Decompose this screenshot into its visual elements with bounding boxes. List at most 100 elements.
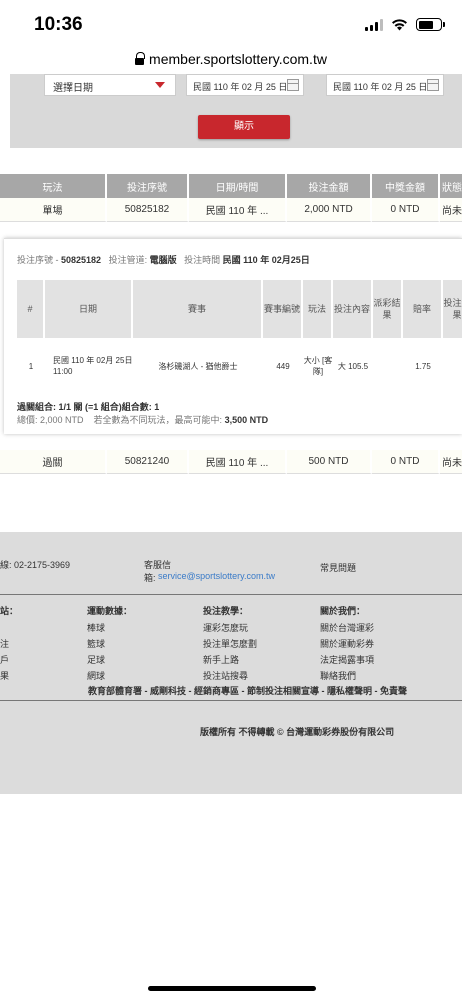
footer-col2-title: 運動數據： (87, 606, 133, 616)
footer-link[interactable]: 戶 (0, 653, 9, 666)
time-label: 投注時間 (184, 255, 221, 265)
column-header[interactable]: 投注序號 (107, 174, 189, 198)
footer-col3-title: 投注教學： (203, 606, 249, 616)
query-button[interactable]: 顯示 (198, 115, 290, 139)
footer-link[interactable]: 新手上路 (203, 653, 239, 666)
winnings-cell: 0 NTD (372, 450, 440, 474)
divider (0, 700, 462, 701)
cellular-signal-icon (365, 18, 383, 31)
bet-summary: 過關組合: 1/1 關 (=1 組合)組合數: 1 總價: 2,000 NTD … (17, 401, 268, 427)
serial-label: 投注序號 - (17, 255, 59, 265)
stake-cell: 500 NTD (287, 450, 372, 474)
table-row[interactable]: 過關 50821240 民國 110 年 ... 500 NTD 0 NTD 尚… (0, 450, 462, 474)
service-email-link[interactable]: service@sportslottery.com.tw (158, 571, 275, 581)
column-header: 賽事編號 (263, 280, 303, 338)
url-text: member.sportslottery.com.tw (149, 51, 327, 67)
search-panel: 選擇日期 民國 110 年 02 月 25 日 民國 110 年 02 月 25… (10, 74, 462, 148)
column-header: # (17, 280, 45, 338)
serial-cell[interactable]: 50821240 (107, 450, 189, 474)
footer-link[interactable]: 關於台灣運彩 (320, 621, 374, 634)
match-date-cell: 民國 110 年 02月 25日 11:00 (45, 338, 133, 394)
end-date-value: 民國 110 年 02 月 25 日 (333, 82, 428, 92)
footer-link[interactable]: 棒球 (87, 621, 105, 634)
bet-detail-table: # 日期 賽事 賽事編號 玩法 投注內容 派彩結果 賠率 投注結果 1 民國 1… (17, 280, 462, 394)
max-win-label: 若全數為不同玩法，最高可能中: (93, 415, 223, 425)
datetime-cell: 民國 110 年 ... (189, 450, 287, 474)
footer-link[interactable]: 聯絡我們 (320, 669, 356, 682)
column-header[interactable]: 玩法 (0, 174, 107, 198)
address-bar[interactable]: member.sportslottery.com.tw (0, 44, 462, 74)
column-header[interactable]: 狀態 (440, 174, 462, 198)
column-header[interactable]: 投注金額 (287, 174, 372, 198)
column-header: 投注內容 (333, 280, 373, 338)
start-date-field[interactable]: 民國 110 年 02 月 25 日 (186, 74, 304, 96)
column-header: 賠率 (403, 280, 443, 338)
caret-down-icon (155, 82, 165, 88)
partner-links[interactable]: 教育部體育署 - 威剛科技 - 經銷商專區 - 節制投注相關宣導 - 隱私權聲明… (88, 684, 407, 697)
end-date-field[interactable]: 民國 110 年 02 月 25 日 (326, 74, 444, 96)
selection-cell: 大 105.5 (333, 338, 373, 394)
bets-table-continued: 過關 50821240 民國 110 年 ... 500 NTD 0 NTD 尚… (0, 450, 462, 474)
column-header: 日期 (45, 280, 133, 338)
channel-value: 電腦版 (149, 255, 177, 265)
status-time: 10:36 (34, 14, 83, 35)
table-row: 1 民國 110 年 02月 25日 11:00 洛杉磯湖人 - 猶他爵士 44… (17, 338, 462, 394)
divider (0, 594, 462, 595)
footer-col4-title: 關於我們： (320, 606, 366, 616)
footer-link[interactable]: 法定揭露事項 (320, 653, 374, 666)
footer-link[interactable]: 足球 (87, 653, 105, 666)
table-row[interactable]: 單場 50825182 民國 110 年 ... 2,000 NTD 0 NTD… (0, 198, 462, 222)
bet-type-cell: 單場 (0, 198, 107, 222)
start-date-value: 民國 110 年 02 月 25 日 (193, 82, 288, 92)
calendar-icon[interactable] (287, 79, 299, 91)
status-cell: 尚未 (440, 450, 462, 474)
match-cell: 洛杉磯湖人 - 猶他爵士 (133, 338, 263, 394)
column-header[interactable]: 中獎金額 (372, 174, 440, 198)
datetime-cell: 民國 110 年 ... (189, 198, 287, 222)
service-label: 客服信 (144, 560, 172, 570)
serial-value: 50825182 (61, 255, 102, 265)
date-range-select-value: 選擇日期 (53, 83, 93, 94)
footer-link[interactable]: 投注站搜尋 (203, 669, 248, 682)
stake-cell: 2,000 NTD (287, 198, 372, 222)
serial-cell[interactable]: 50825182 (107, 198, 189, 222)
footer-link[interactable]: 網球 (87, 669, 105, 682)
footer: 線: 02-2175-3969 客服信 箱: service@sportslot… (0, 532, 462, 794)
column-header[interactable]: 日期/時間 (189, 174, 287, 198)
payout-result-cell (373, 338, 403, 394)
total-label: 總價: 2,000 NTD (17, 415, 84, 425)
winnings-cell: 0 NTD (372, 198, 440, 222)
faq-link[interactable]: 常見問題 (320, 561, 356, 574)
footer-link[interactable]: 關於運動彩券 (320, 637, 374, 650)
status-icons (365, 18, 445, 31)
footer-link[interactable]: 果 (0, 669, 9, 682)
footer-link[interactable]: 籃球 (87, 637, 105, 650)
service-label-2: 箱: (144, 573, 156, 583)
hotline-text: 線: 02-2175-3969 (0, 560, 71, 570)
footer-col1-title: 站： (0, 606, 19, 616)
column-header: 派彩結果 (373, 280, 403, 338)
bet-result-cell (443, 338, 462, 394)
lock-icon (135, 51, 146, 66)
play-type-cell: 大小 [客隊] (303, 338, 333, 394)
column-header: 玩法 (303, 280, 333, 338)
column-header: 投注結果 (443, 280, 462, 338)
match-number-cell: 449 (263, 338, 303, 394)
footer-link[interactable]: 注 (0, 637, 9, 650)
odds-cell: 1.75 (403, 338, 443, 394)
wifi-icon (392, 18, 407, 30)
footer-link[interactable]: 投注單怎麼劃 (203, 637, 257, 650)
bet-detail-card: 投注序號 - 50825182 投注管道: 電腦版 投注時間 民國 110 年 … (4, 238, 462, 434)
copyright-text: 版權所有 不得轉載 © 台灣運動彩券股份有限公司 (200, 727, 395, 737)
channel-label: 投注管道: (108, 255, 148, 265)
status-cell: 尚未 (440, 198, 462, 222)
battery-icon (416, 18, 445, 31)
footer-link[interactable]: 運彩怎麼玩 (203, 621, 248, 634)
bet-type-cell: 過關 (0, 450, 107, 474)
calendar-icon[interactable] (427, 79, 439, 91)
bet-detail-header: # 日期 賽事 賽事編號 玩法 投注內容 派彩結果 賠率 投注結果 (17, 280, 462, 338)
status-bar: 10:36 (0, 0, 462, 44)
home-indicator (148, 986, 316, 991)
date-range-select[interactable]: 選擇日期 (44, 74, 176, 96)
bet-detail-info: 投注序號 - 50825182 投注管道: 電腦版 投注時間 民國 110 年 … (17, 253, 310, 266)
